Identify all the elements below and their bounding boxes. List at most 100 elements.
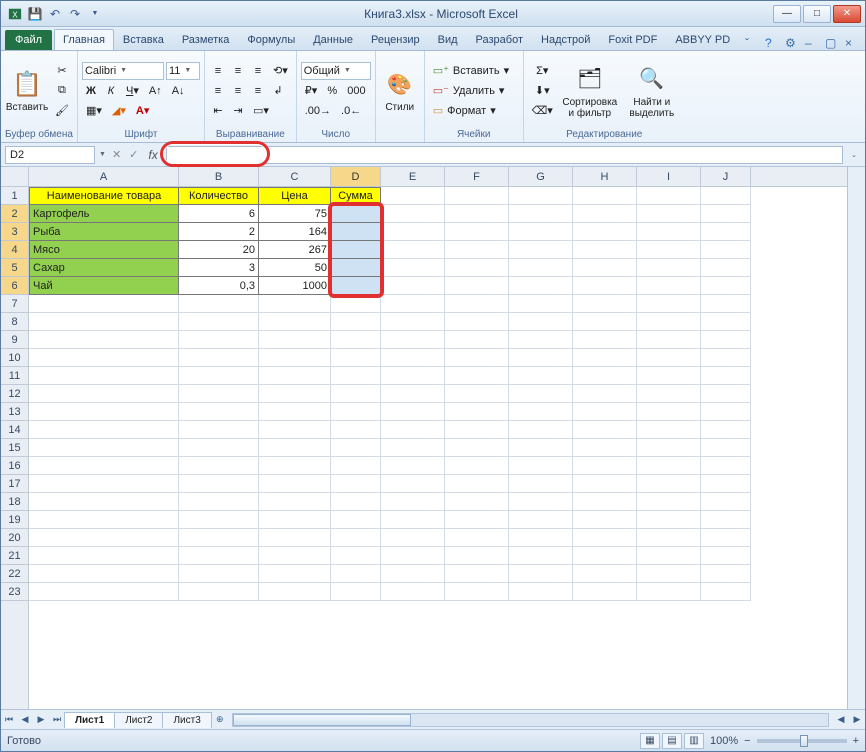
- format-painter-button[interactable]: 🖌: [51, 102, 73, 120]
- cell-E2[interactable]: [381, 205, 445, 223]
- cell-E5[interactable]: [381, 259, 445, 277]
- cell-E7[interactable]: [381, 295, 445, 313]
- row-header-9[interactable]: 9: [1, 331, 28, 349]
- cell-F14[interactable]: [445, 421, 509, 439]
- row-header-17[interactable]: 17: [1, 475, 28, 493]
- cell-G22[interactable]: [509, 565, 573, 583]
- cell-J19[interactable]: [701, 511, 751, 529]
- cell-F18[interactable]: [445, 493, 509, 511]
- cell-E22[interactable]: [381, 565, 445, 583]
- cell-A11[interactable]: [29, 367, 179, 385]
- cell-H22[interactable]: [573, 565, 637, 583]
- cell-H16[interactable]: [573, 457, 637, 475]
- tab-abbyy pd[interactable]: ABBYY PD: [666, 29, 739, 50]
- cell-H11[interactable]: [573, 367, 637, 385]
- row-header-4[interactable]: 4: [1, 241, 28, 259]
- cell-H2[interactable]: [573, 205, 637, 223]
- doc-close-icon[interactable]: ×: [845, 36, 859, 50]
- cell-D22[interactable]: [331, 565, 381, 583]
- help-icon[interactable]: ?: [765, 36, 779, 50]
- cell-I7[interactable]: [637, 295, 701, 313]
- cell-F9[interactable]: [445, 331, 509, 349]
- cell-H4[interactable]: [573, 241, 637, 259]
- cell-G17[interactable]: [509, 475, 573, 493]
- cell-F11[interactable]: [445, 367, 509, 385]
- tab-главная[interactable]: Главная: [54, 29, 114, 50]
- cell-D21[interactable]: [331, 547, 381, 565]
- tab-формулы[interactable]: Формулы: [238, 29, 304, 50]
- cell-F21[interactable]: [445, 547, 509, 565]
- underline-button[interactable]: Ч▾: [122, 82, 143, 100]
- percent-button[interactable]: %: [323, 82, 341, 100]
- cell-J12[interactable]: [701, 385, 751, 403]
- cell-J8[interactable]: [701, 313, 751, 331]
- cell-F17[interactable]: [445, 475, 509, 493]
- cell-A4[interactable]: Мясо: [29, 241, 179, 259]
- italic-button[interactable]: К: [102, 82, 120, 100]
- row-header-7[interactable]: 7: [1, 295, 28, 313]
- row-header-14[interactable]: 14: [1, 421, 28, 439]
- align-right-button[interactable]: ≡: [249, 82, 267, 100]
- cell-D7[interactable]: [331, 295, 381, 313]
- tab-данные[interactable]: Данные: [304, 29, 362, 50]
- cell-B6[interactable]: 0,3: [179, 277, 259, 295]
- cell-D14[interactable]: [331, 421, 381, 439]
- cell-A1[interactable]: Наименование товара: [29, 187, 179, 205]
- tab-вид[interactable]: Вид: [429, 29, 467, 50]
- cell-J9[interactable]: [701, 331, 751, 349]
- comma-button[interactable]: 000: [343, 82, 369, 100]
- grow-font-button[interactable]: A↑: [145, 82, 166, 100]
- cell-B4[interactable]: 20: [179, 241, 259, 259]
- cell-H12[interactable]: [573, 385, 637, 403]
- increase-decimal-button[interactable]: .00→: [301, 102, 335, 120]
- cell-C9[interactable]: [259, 331, 331, 349]
- fx-confirm-icon[interactable]: ✓: [127, 148, 140, 161]
- cell-H21[interactable]: [573, 547, 637, 565]
- cell-I20[interactable]: [637, 529, 701, 547]
- cell-C13[interactable]: [259, 403, 331, 421]
- cell-E3[interactable]: [381, 223, 445, 241]
- cell-A22[interactable]: [29, 565, 179, 583]
- cell-J14[interactable]: [701, 421, 751, 439]
- cell-G10[interactable]: [509, 349, 573, 367]
- tab-рецензир[interactable]: Рецензир: [362, 29, 429, 50]
- cell-C19[interactable]: [259, 511, 331, 529]
- cell-A2[interactable]: Картофель: [29, 205, 179, 223]
- cell-E21[interactable]: [381, 547, 445, 565]
- row-header-15[interactable]: 15: [1, 439, 28, 457]
- cell-A15[interactable]: [29, 439, 179, 457]
- row-header-8[interactable]: 8: [1, 313, 28, 331]
- col-header-I[interactable]: I: [637, 167, 701, 186]
- cell-I2[interactable]: [637, 205, 701, 223]
- row-header-22[interactable]: 22: [1, 565, 28, 583]
- shrink-font-button[interactable]: A↓: [168, 82, 189, 100]
- name-box[interactable]: D2: [5, 146, 95, 164]
- cell-C7[interactable]: [259, 295, 331, 313]
- cell-C2[interactable]: 75: [259, 205, 331, 223]
- cell-G7[interactable]: [509, 295, 573, 313]
- cell-D5[interactable]: [331, 259, 381, 277]
- cell-I21[interactable]: [637, 547, 701, 565]
- row-header-1[interactable]: 1: [1, 187, 28, 205]
- sheet-tab-Лист2[interactable]: Лист2: [114, 712, 163, 728]
- align-middle-button[interactable]: ≡: [229, 62, 247, 80]
- sheet-nav-next[interactable]: ▶: [33, 713, 49, 727]
- cell-B2[interactable]: 6: [179, 205, 259, 223]
- cell-B1[interactable]: Количество: [179, 187, 259, 205]
- minimize-button[interactable]: —: [773, 5, 801, 23]
- font-name-selector[interactable]: Calibri▼: [82, 62, 164, 80]
- cell-C4[interactable]: 267: [259, 241, 331, 259]
- doc-min-icon[interactable]: –: [805, 36, 819, 50]
- cell-D17[interactable]: [331, 475, 381, 493]
- sheet-tab-Лист1[interactable]: Лист1: [64, 712, 115, 728]
- cell-I14[interactable]: [637, 421, 701, 439]
- currency-button[interactable]: ₽▾: [301, 82, 322, 100]
- fill-button[interactable]: ⬇▾: [528, 82, 557, 100]
- cell-C12[interactable]: [259, 385, 331, 403]
- cell-G20[interactable]: [509, 529, 573, 547]
- hscroll-right[interactable]: ▶: [849, 713, 865, 727]
- cell-E6[interactable]: [381, 277, 445, 295]
- cell-G18[interactable]: [509, 493, 573, 511]
- sheet-nav-prev[interactable]: ◀: [17, 713, 33, 727]
- cell-H14[interactable]: [573, 421, 637, 439]
